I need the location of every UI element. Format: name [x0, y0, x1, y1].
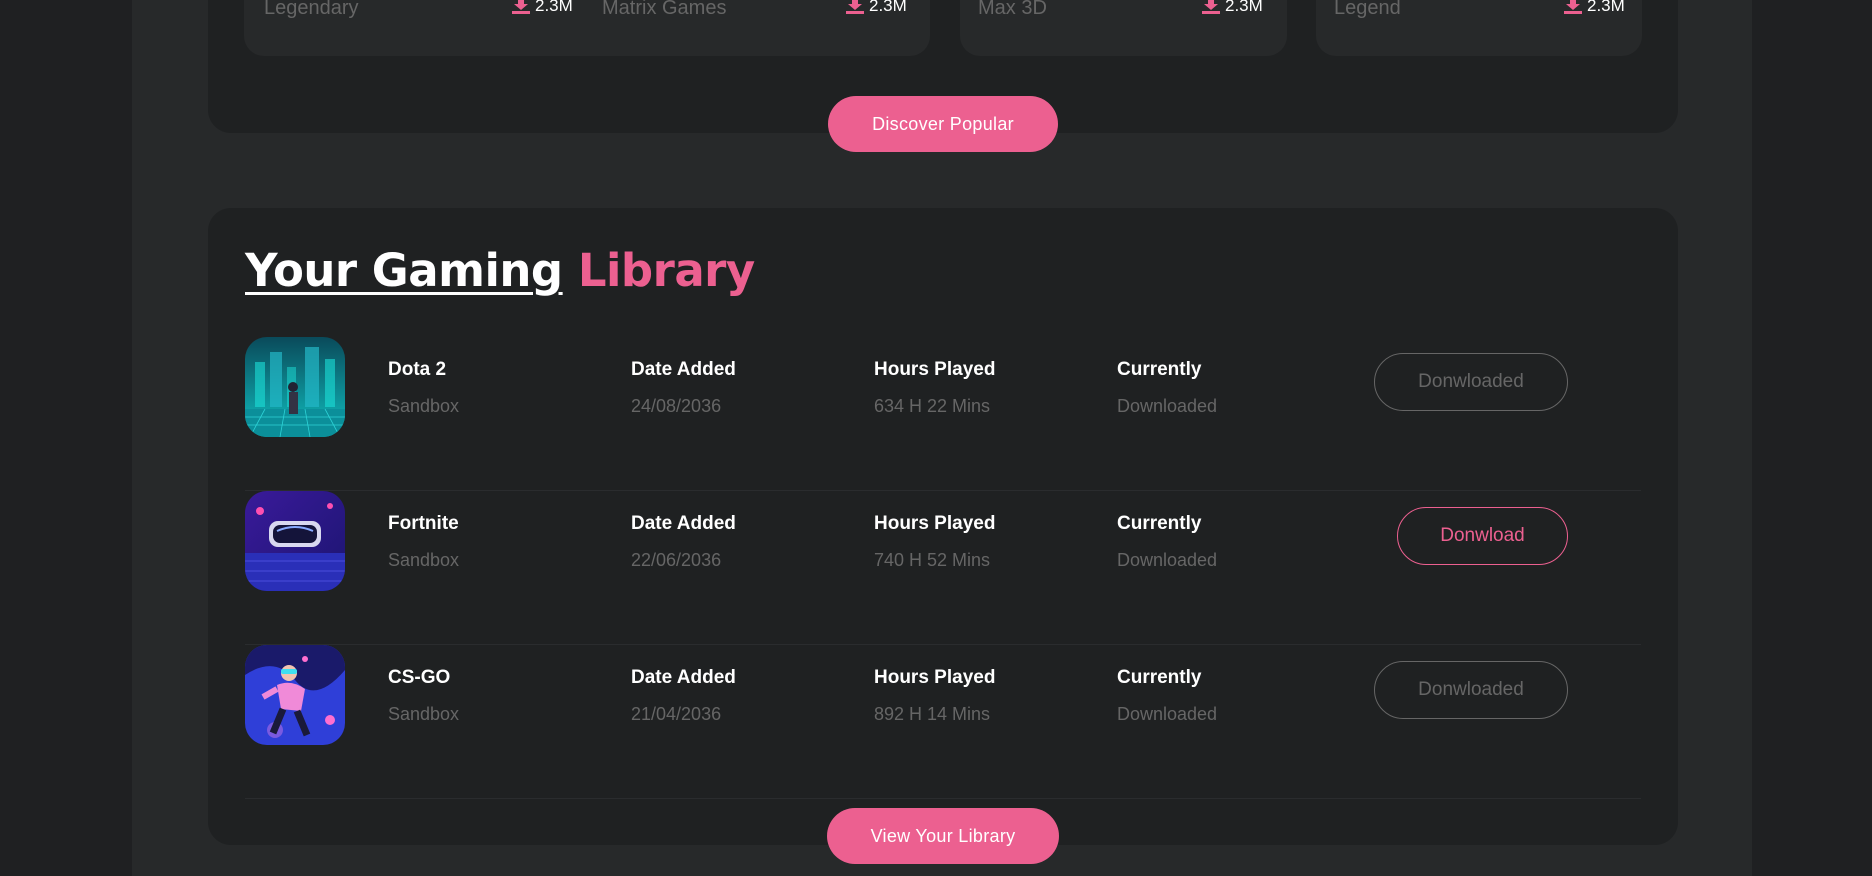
game-thumbnail[interactable]	[245, 337, 345, 437]
game-genre: Sandbox	[388, 704, 460, 724]
popular-game-card[interactable]: Legend 2.3M	[1316, 0, 1642, 56]
popular-game-downloads: 2.3M	[1202, 0, 1263, 16]
status-label: Currently	[1117, 359, 1202, 380]
section-title-accent: Library	[577, 244, 755, 297]
popular-game-studio: Max 3D	[978, 0, 1047, 19]
popular-section: Legendary 2.3M Matrix Games 2.3M Max 3D …	[208, 0, 1678, 152]
hours-played-label: Hours Played	[874, 359, 996, 380]
download-icon	[1202, 0, 1220, 14]
status-label: Currently	[1117, 667, 1202, 688]
game-name-col: CS-GO Sandbox	[388, 667, 459, 725]
game-genre: Sandbox	[388, 396, 460, 416]
status-value: Downloaded	[1117, 396, 1218, 416]
library-row: Dota 2 Sandbox Date Added 24/08/2036 Hou…	[245, 337, 1641, 491]
hours-played-col: Hours Played 740 H 52 Mins	[874, 513, 995, 571]
status-col: Currently Downloaded	[1117, 359, 1217, 417]
page-container: Legendary 2.3M Matrix Games 2.3M Max 3D …	[132, 0, 1752, 876]
download-button[interactable]: Donwload	[1397, 507, 1568, 565]
date-added-value: 21/04/2036	[631, 704, 722, 724]
hours-played-col: Hours Played 892 H 14 Mins	[874, 667, 995, 725]
popular-game-downloads: 2.3M	[512, 0, 573, 16]
game-name: CS-GO	[388, 667, 451, 688]
hours-played-label: Hours Played	[874, 513, 996, 534]
game-name-col: Fortnite Sandbox	[388, 513, 459, 571]
date-added-col: Date Added 21/04/2036	[631, 667, 736, 725]
date-added-value: 24/08/2036	[631, 396, 722, 416]
game-thumbnail[interactable]	[245, 645, 345, 745]
popular-game-downloads: 2.3M	[1564, 0, 1625, 16]
popular-game-studio: Legend	[1334, 0, 1401, 19]
hours-played-value: 892 H 14 Mins	[874, 704, 991, 724]
view-library-button[interactable]: View Your Library	[827, 808, 1059, 864]
popular-game-pair-card[interactable]: Legendary 2.3M Matrix Games 2.3M	[244, 0, 930, 56]
status-col: Currently Downloaded	[1117, 513, 1217, 571]
hours-played-label: Hours Played	[874, 667, 996, 688]
game-name: Dota 2	[388, 359, 447, 380]
date-added-label: Date Added	[631, 513, 736, 534]
hours-played-value: 634 H 22 Mins	[874, 396, 991, 416]
game-genre: Sandbox	[388, 550, 460, 570]
download-icon	[1564, 0, 1582, 14]
gaming-library-section: Your Gaming Library Dota 2 Sandbox Date …	[208, 208, 1678, 864]
downloaded-button[interactable]: Donwloaded	[1374, 353, 1568, 411]
library-row: CS-GO Sandbox Date Added 21/04/2036 Hour…	[245, 645, 1641, 799]
status-col: Currently Downloaded	[1117, 667, 1217, 725]
download-icon	[846, 0, 864, 14]
game-name-col: Dota 2 Sandbox	[388, 359, 459, 417]
date-added-label: Date Added	[631, 359, 736, 380]
status-value: Downloaded	[1117, 550, 1218, 570]
section-title: Your Gaming Library	[245, 244, 755, 297]
download-icon	[512, 0, 530, 14]
section-title-primary: Your Gaming	[245, 244, 563, 297]
popular-game-studio: Matrix Games	[602, 0, 727, 19]
downloaded-button[interactable]: Donwloaded	[1374, 661, 1568, 719]
game-name: Fortnite	[388, 513, 459, 534]
hours-played-value: 740 H 52 Mins	[874, 550, 991, 570]
discover-popular-button[interactable]: Discover Popular	[828, 96, 1058, 152]
status-label: Currently	[1117, 513, 1202, 534]
status-value: Downloaded	[1117, 704, 1218, 724]
date-added-value: 22/06/2036	[631, 550, 722, 570]
hours-played-col: Hours Played 634 H 22 Mins	[874, 359, 995, 417]
popular-game-studio: Legendary	[264, 0, 359, 19]
game-thumbnail[interactable]	[245, 491, 345, 591]
popular-game-downloads: 2.3M	[846, 0, 907, 16]
date-added-col: Date Added 24/08/2036	[631, 359, 736, 417]
popular-game-card[interactable]: Max 3D 2.3M	[960, 0, 1287, 56]
date-added-col: Date Added 22/06/2036	[631, 513, 736, 571]
library-row: Fortnite Sandbox Date Added 22/06/2036 H…	[245, 491, 1641, 645]
date-added-label: Date Added	[631, 667, 736, 688]
